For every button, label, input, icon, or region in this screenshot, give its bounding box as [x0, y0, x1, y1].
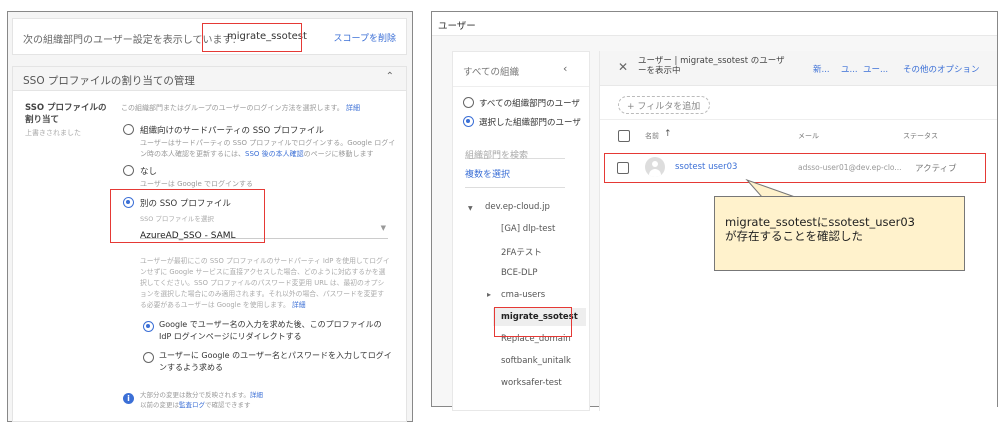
users-header-title: ユーザー | migrate_ssotest のユーザーを表示中: [638, 56, 785, 76]
dropdown-arrow-icon: ▼: [380, 224, 386, 232]
desc-tail: のページに移動します: [303, 150, 374, 158]
org-unit-item[interactable]: 2FAテスト: [501, 246, 542, 258]
more-options[interactable]: その他のオプション: [903, 63, 980, 75]
table-header: 名前 ↑ メール ステータス: [600, 119, 997, 151]
users-header: ✕ ユーザー | migrate_ssotest のユーザーを表示中 新... …: [600, 51, 997, 86]
option-radio-thirdparty[interactable]: [123, 124, 134, 135]
sub-option-radio-redirect[interactable]: [143, 321, 154, 332]
org-sidebar: すべての組織 ‹ すべての組織部門のユーザ 選択した組織部門のユーザ 組織部門を…: [452, 51, 590, 411]
option-label: なし: [140, 167, 158, 177]
add-filter-button[interactable]: + フィルタを追加: [618, 96, 710, 114]
collapse-icon[interactable]: ⌃: [386, 71, 394, 82]
radio-all-org-units[interactable]: [463, 97, 474, 108]
plus-icon: +: [627, 102, 635, 112]
section-header[interactable]: SSO プロファイルの割り当ての管理 ⌃: [13, 67, 406, 91]
expand-org-icon[interactable]: ▸: [487, 290, 491, 299]
sidebar-heading: すべての組織: [463, 67, 519, 78]
action-new[interactable]: 新...: [813, 63, 830, 75]
page-title: ユーザー: [438, 21, 476, 32]
close-icon[interactable]: ✕: [618, 60, 628, 74]
option-highlight: [110, 189, 265, 243]
org-unit-item[interactable]: cma-users: [501, 290, 545, 300]
org-search-input[interactable]: 組織部門を検索: [465, 143, 565, 161]
info-link1[interactable]: 詳細: [250, 391, 263, 399]
info-text: 大部分の変更は数分で反映されます。詳細 以前の変更は監査ログで確認できます: [140, 390, 263, 410]
option-label: 組織向けのサードパーティの SSO プロファイル: [140, 126, 324, 136]
explain-text: ユーザーが最初にこの SSO プロファイルのサードパーティ IdP を使用してロ…: [140, 257, 390, 309]
sort-up-icon[interactable]: ↑: [664, 129, 672, 139]
expand-root-icon[interactable]: ▼: [468, 205, 473, 212]
remove-scope-link[interactable]: スコープを削除: [334, 31, 396, 44]
org-highlight: [494, 307, 572, 337]
column-name[interactable]: 名前: [645, 131, 659, 141]
action-2[interactable]: ユ...: [841, 63, 858, 75]
section: SSO プロファイルの割り当ての管理 ⌃ SSO プロファイルの割り当て 上書き…: [12, 66, 407, 422]
intro-text: この組織部門またはグループのユーザーのログイン方法を選択します。: [121, 104, 344, 112]
sso-settings-panel: 次の組織部門のユーザー設定を表示しています: migrate_ssotest ス…: [7, 11, 413, 422]
setting-sub: 上書きされました: [25, 129, 81, 137]
radio-selected-org-units[interactable]: [463, 116, 474, 127]
sub-option-label: ユーザーに Google のユーザー名とパスワードを入力してログインするよう求め…: [159, 351, 392, 372]
org-unit-item[interactable]: softbank_unitalk: [501, 356, 571, 366]
desc-link[interactable]: SSO 後の本人確認: [245, 150, 304, 158]
row-checkbox[interactable]: [617, 162, 629, 174]
avatar: [645, 157, 665, 177]
section-title: SSO プロファイルの割り当ての管理: [23, 75, 195, 87]
audit-log-link[interactable]: 監査ログ: [179, 401, 205, 409]
radio-selected-label: 選択した組織部門のユーザ: [479, 118, 581, 128]
callout-line2: が存在することを確認した: [725, 229, 863, 243]
org-unit-item[interactable]: BCE-DLP: [501, 268, 537, 278]
scope-highlight: [202, 23, 302, 52]
org-root[interactable]: dev.ep-cloud.jp: [485, 202, 550, 212]
option-desc: ユーザーは Google でログインする: [140, 180, 253, 188]
callout-line1: migrate_ssotestにssotest_user03: [725, 215, 915, 229]
option-radio-none[interactable]: [123, 165, 134, 176]
callout-note: migrate_ssotestにssotest_user03 が存在することを確…: [714, 196, 965, 271]
action-3[interactable]: ユー...: [863, 63, 888, 75]
filter-label: フィルタを追加: [637, 102, 701, 112]
radio-all-label: すべての組織部門のユーザ: [479, 99, 580, 109]
multi-select-link[interactable]: 複数を選択: [465, 167, 510, 180]
users-title-bar: ユーザー: [432, 12, 997, 36]
org-unit-item[interactable]: [GA] dlp-test: [501, 224, 555, 234]
info-icon: i: [123, 393, 134, 404]
column-status[interactable]: ステータス: [903, 131, 938, 141]
user-status: アクティブ: [915, 164, 957, 174]
intro: この組織部門またはグループのユーザーのログイン方法を選択します。 詳細: [121, 103, 360, 113]
intro-link[interactable]: 詳細: [346, 104, 360, 112]
info-line2a: 以前の変更は: [140, 401, 179, 409]
select-all-checkbox[interactable]: [618, 130, 630, 142]
explain: ユーザーが最初にこの SSO プロファイルのサードパーティ IdP を使用してロ…: [140, 256, 390, 311]
sub-option-label: Google でユーザー名の入力を求めた後、このプロファイルの IdP ログイン…: [159, 320, 382, 341]
option-desc: ユーザーはサードパーティの SSO プロファイルでログインする。Google ロ…: [140, 138, 402, 160]
explain-link[interactable]: 詳細: [292, 301, 306, 309]
search-placeholder: 組織部門を検索: [465, 151, 529, 161]
column-email[interactable]: メール: [798, 131, 819, 141]
org-unit-item[interactable]: worksafer-test: [501, 378, 562, 388]
setting-label: SSO プロファイルの割り当て: [25, 103, 107, 125]
collapse-sidebar-icon[interactable]: ‹: [563, 62, 567, 75]
info-line1: 大部分の変更は数分で反映されます。: [140, 391, 250, 399]
sub-option-radio-password[interactable]: [143, 352, 154, 363]
info-line2b: で確認できます: [205, 401, 251, 409]
